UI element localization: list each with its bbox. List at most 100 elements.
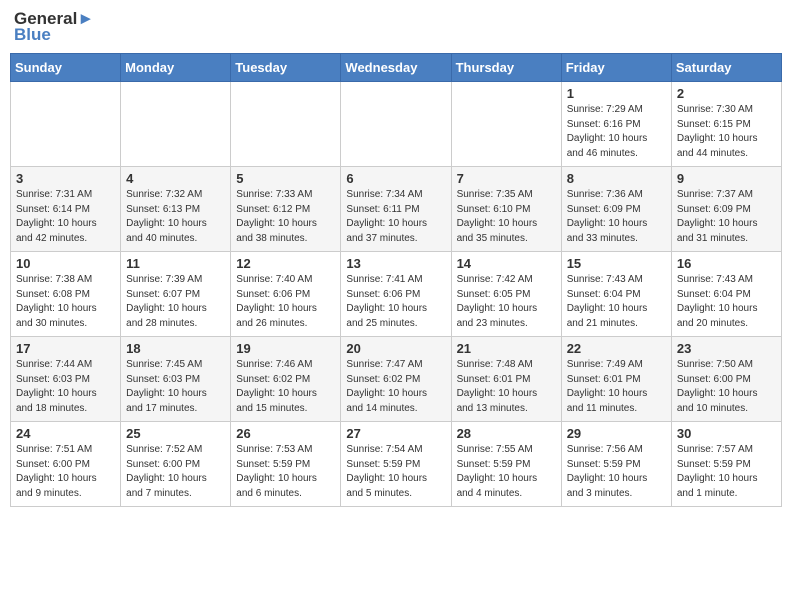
day-number: 2 [677,86,776,101]
calendar-day-28: 28 Sunrise: 7:55 AM Sunset: 5:59 PM Dayli… [451,422,561,507]
calendar-day-27: 27 Sunrise: 7:54 AM Sunset: 5:59 PM Dayli… [341,422,451,507]
day-info: Sunrise: 7:48 AM Sunset: 6:01 PM Dayligh… [457,358,556,416]
day-number: 18 [126,341,225,356]
day-number: 27 [346,426,445,441]
page-header: General► Blue [10,10,782,45]
day-number: 14 [457,256,556,271]
day-number: 3 [16,171,115,186]
day-info: Sunrise: 7:54 AM Sunset: 5:59 PM Dayligh… [346,443,445,501]
calendar-day-17: 17 Sunrise: 7:44 AM Sunset: 6:03 PM Dayli… [11,337,121,422]
calendar-day-10: 10 Sunrise: 7:38 AM Sunset: 6:08 PM Dayli… [11,252,121,337]
day-info: Sunrise: 7:34 AM Sunset: 6:11 PM Dayligh… [346,188,445,246]
day-number: 20 [346,341,445,356]
calendar-day-21: 21 Sunrise: 7:48 AM Sunset: 6:01 PM Dayli… [451,337,561,422]
day-info: Sunrise: 7:37 AM Sunset: 6:09 PM Dayligh… [677,188,776,246]
calendar-day-12: 12 Sunrise: 7:40 AM Sunset: 6:06 PM Dayli… [231,252,341,337]
day-info: Sunrise: 7:31 AM Sunset: 6:14 PM Dayligh… [16,188,115,246]
day-number: 6 [346,171,445,186]
day-info: Sunrise: 7:29 AM Sunset: 6:16 PM Dayligh… [567,103,666,161]
calendar-week-3: 10 Sunrise: 7:38 AM Sunset: 6:08 PM Dayli… [11,252,782,337]
day-info: Sunrise: 7:56 AM Sunset: 5:59 PM Dayligh… [567,443,666,501]
day-info: Sunrise: 7:33 AM Sunset: 6:12 PM Dayligh… [236,188,335,246]
calendar-day-15: 15 Sunrise: 7:43 AM Sunset: 6:04 PM Dayli… [561,252,671,337]
calendar-day-5: 5 Sunrise: 7:33 AM Sunset: 6:12 PM Daylig… [231,167,341,252]
day-number: 25 [126,426,225,441]
calendar-week-2: 3 Sunrise: 7:31 AM Sunset: 6:14 PM Daylig… [11,167,782,252]
day-info: Sunrise: 7:42 AM Sunset: 6:05 PM Dayligh… [457,273,556,331]
day-info: Sunrise: 7:44 AM Sunset: 6:03 PM Dayligh… [16,358,115,416]
day-info: Sunrise: 7:36 AM Sunset: 6:09 PM Dayligh… [567,188,666,246]
day-info: Sunrise: 7:47 AM Sunset: 6:02 PM Dayligh… [346,358,445,416]
calendar-day-6: 6 Sunrise: 7:34 AM Sunset: 6:11 PM Daylig… [341,167,451,252]
calendar-week-4: 17 Sunrise: 7:44 AM Sunset: 6:03 PM Dayli… [11,337,782,422]
empty-cell [121,82,231,167]
day-number: 19 [236,341,335,356]
calendar-day-19: 19Sunrise: 7:46 AM Sunset: 6:02 PM Dayli… [231,337,341,422]
day-number: 26 [236,426,335,441]
day-info: Sunrise: 7:41 AM Sunset: 6:06 PM Dayligh… [346,273,445,331]
calendar-day-24: 24Sunrise: 7:51 AM Sunset: 6:00 PM Dayli… [11,422,121,507]
day-number: 1 [567,86,666,101]
day-number: 15 [567,256,666,271]
day-number: 21 [457,341,556,356]
day-info: Sunrise: 7:30 AM Sunset: 6:15 PM Dayligh… [677,103,776,161]
calendar-day-25: 25 Sunrise: 7:52 AM Sunset: 6:00 PM Dayli… [121,422,231,507]
day-info: Sunrise: 7:43 AM Sunset: 6:04 PM Dayligh… [567,273,666,331]
day-info: Sunrise: 7:57 AM Sunset: 5:59 PM Dayligh… [677,443,776,501]
day-info: Sunrise: 7:38 AM Sunset: 6:08 PM Dayligh… [16,273,115,331]
calendar-day-30: 30 Sunrise: 7:57 AM Sunset: 5:59 PM Dayli… [671,422,781,507]
calendar-day-2: 2 Sunrise: 7:30 AM Sunset: 6:15 PM Daylig… [671,82,781,167]
day-number: 5 [236,171,335,186]
calendar-day-18: 18 Sunrise: 7:45 AM Sunset: 6:03 PM Dayli… [121,337,231,422]
calendar-day-13: 13 Sunrise: 7:41 AM Sunset: 6:06 PM Dayli… [341,252,451,337]
day-number: 22 [567,341,666,356]
day-info: Sunrise: 7:32 AM Sunset: 6:13 PM Dayligh… [126,188,225,246]
calendar-header-row: SundayMondayTuesdayWednesdayThursdayFrid… [11,54,782,82]
day-number: 9 [677,171,776,186]
day-info: Sunrise: 7:55 AM Sunset: 5:59 PM Dayligh… [457,443,556,501]
day-number: 23 [677,341,776,356]
day-info: Sunrise: 7:40 AM Sunset: 6:06 PM Dayligh… [236,273,335,331]
day-number: 16 [677,256,776,271]
col-header-sunday: Sunday [11,54,121,82]
calendar-day-22: 22 Sunrise: 7:49 AM Sunset: 6:01 PM Dayli… [561,337,671,422]
calendar-day-16: 16 Sunrise: 7:43 AM Sunset: 6:04 PM Dayli… [671,252,781,337]
day-info: Sunrise: 7:49 AM Sunset: 6:01 PM Dayligh… [567,358,666,416]
day-number: 17 [16,341,115,356]
day-number: 28 [457,426,556,441]
day-number: 7 [457,171,556,186]
day-info: Sunrise: 7:53 AM Sunset: 5:59 PM Dayligh… [236,443,335,501]
day-number: 29 [567,426,666,441]
day-info: Sunrise: 7:50 AM Sunset: 6:00 PM Dayligh… [677,358,776,416]
day-info: Sunrise: 7:52 AM Sunset: 6:00 PM Dayligh… [126,443,225,501]
col-header-monday: Monday [121,54,231,82]
day-number: 13 [346,256,445,271]
col-header-thursday: Thursday [451,54,561,82]
calendar-day-8: 8 Sunrise: 7:36 AM Sunset: 6:09 PM Daylig… [561,167,671,252]
empty-cell [451,82,561,167]
calendar-day-20: 20 Sunrise: 7:47 AM Sunset: 6:02 PM Dayli… [341,337,451,422]
calendar-day-23: 23 Sunrise: 7:50 AM Sunset: 6:00 PM Dayli… [671,337,781,422]
calendar-day-29: 29 Sunrise: 7:56 AM Sunset: 5:59 PM Dayli… [561,422,671,507]
calendar-day-14: 14 Sunrise: 7:42 AM Sunset: 6:05 PM Dayli… [451,252,561,337]
day-number: 4 [126,171,225,186]
day-number: 12 [236,256,335,271]
day-number: 11 [126,256,225,271]
calendar-week-5: 24Sunrise: 7:51 AM Sunset: 6:00 PM Dayli… [11,422,782,507]
calendar-day-3: 3 Sunrise: 7:31 AM Sunset: 6:14 PM Daylig… [11,167,121,252]
day-number: 10 [16,256,115,271]
calendar-day-1: 1 Sunrise: 7:29 AM Sunset: 6:16 PM Daylig… [561,82,671,167]
day-info: Sunrise: 7:39 AM Sunset: 6:07 PM Dayligh… [126,273,225,331]
day-info: Sunrise: 7:35 AM Sunset: 6:10 PM Dayligh… [457,188,556,246]
calendar-day-11: 11 Sunrise: 7:39 AM Sunset: 6:07 PM Dayli… [121,252,231,337]
day-info: Sunrise: 7:51 AM Sunset: 6:00 PM Dayligh… [16,443,115,501]
calendar-day-26: 26 Sunrise: 7:53 AM Sunset: 5:59 PM Dayli… [231,422,341,507]
day-info: Sunrise: 7:45 AM Sunset: 6:03 PM Dayligh… [126,358,225,416]
calendar-week-1: 1 Sunrise: 7:29 AM Sunset: 6:16 PM Daylig… [11,82,782,167]
calendar-table: SundayMondayTuesdayWednesdayThursdayFrid… [10,53,782,507]
day-number: 8 [567,171,666,186]
day-info: Sunrise: 7:43 AM Sunset: 6:04 PM Dayligh… [677,273,776,331]
day-number: 30 [677,426,776,441]
col-header-saturday: Saturday [671,54,781,82]
empty-cell [231,82,341,167]
